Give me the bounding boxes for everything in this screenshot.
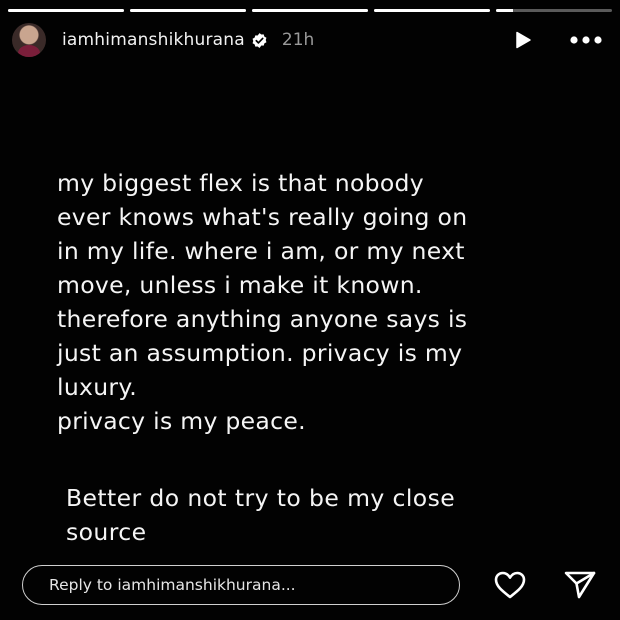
heart-icon bbox=[494, 571, 526, 599]
more-options-button[interactable] bbox=[566, 27, 606, 53]
story-header: iamhimanshikhurana 21h bbox=[12, 22, 606, 58]
reply-input[interactable] bbox=[47, 575, 459, 595]
story-progress-bar bbox=[8, 9, 612, 12]
avatar[interactable] bbox=[12, 23, 46, 57]
verified-badge-icon bbox=[251, 32, 268, 49]
play-icon bbox=[516, 31, 531, 49]
like-button[interactable] bbox=[491, 570, 529, 600]
progress-segment bbox=[252, 9, 368, 12]
progress-segment bbox=[496, 9, 612, 12]
progress-segment bbox=[8, 9, 124, 12]
story-viewer: iamhimanshikhurana 21h my biggest flex i… bbox=[0, 0, 620, 620]
username[interactable]: iamhimanshikhurana bbox=[62, 30, 245, 50]
reply-field[interactable] bbox=[22, 565, 460, 605]
progress-segment bbox=[374, 9, 490, 12]
send-icon bbox=[564, 571, 596, 599]
more-options-icon bbox=[570, 36, 602, 44]
story-text-secondary: Better do not try to be my close source bbox=[66, 484, 456, 546]
story-timestamp: 21h bbox=[281, 30, 315, 50]
play-button[interactable] bbox=[510, 27, 536, 53]
progress-segment bbox=[130, 9, 246, 12]
story-text-main: my biggest flex is that nobody ever know… bbox=[57, 169, 468, 435]
send-button[interactable] bbox=[562, 569, 598, 601]
